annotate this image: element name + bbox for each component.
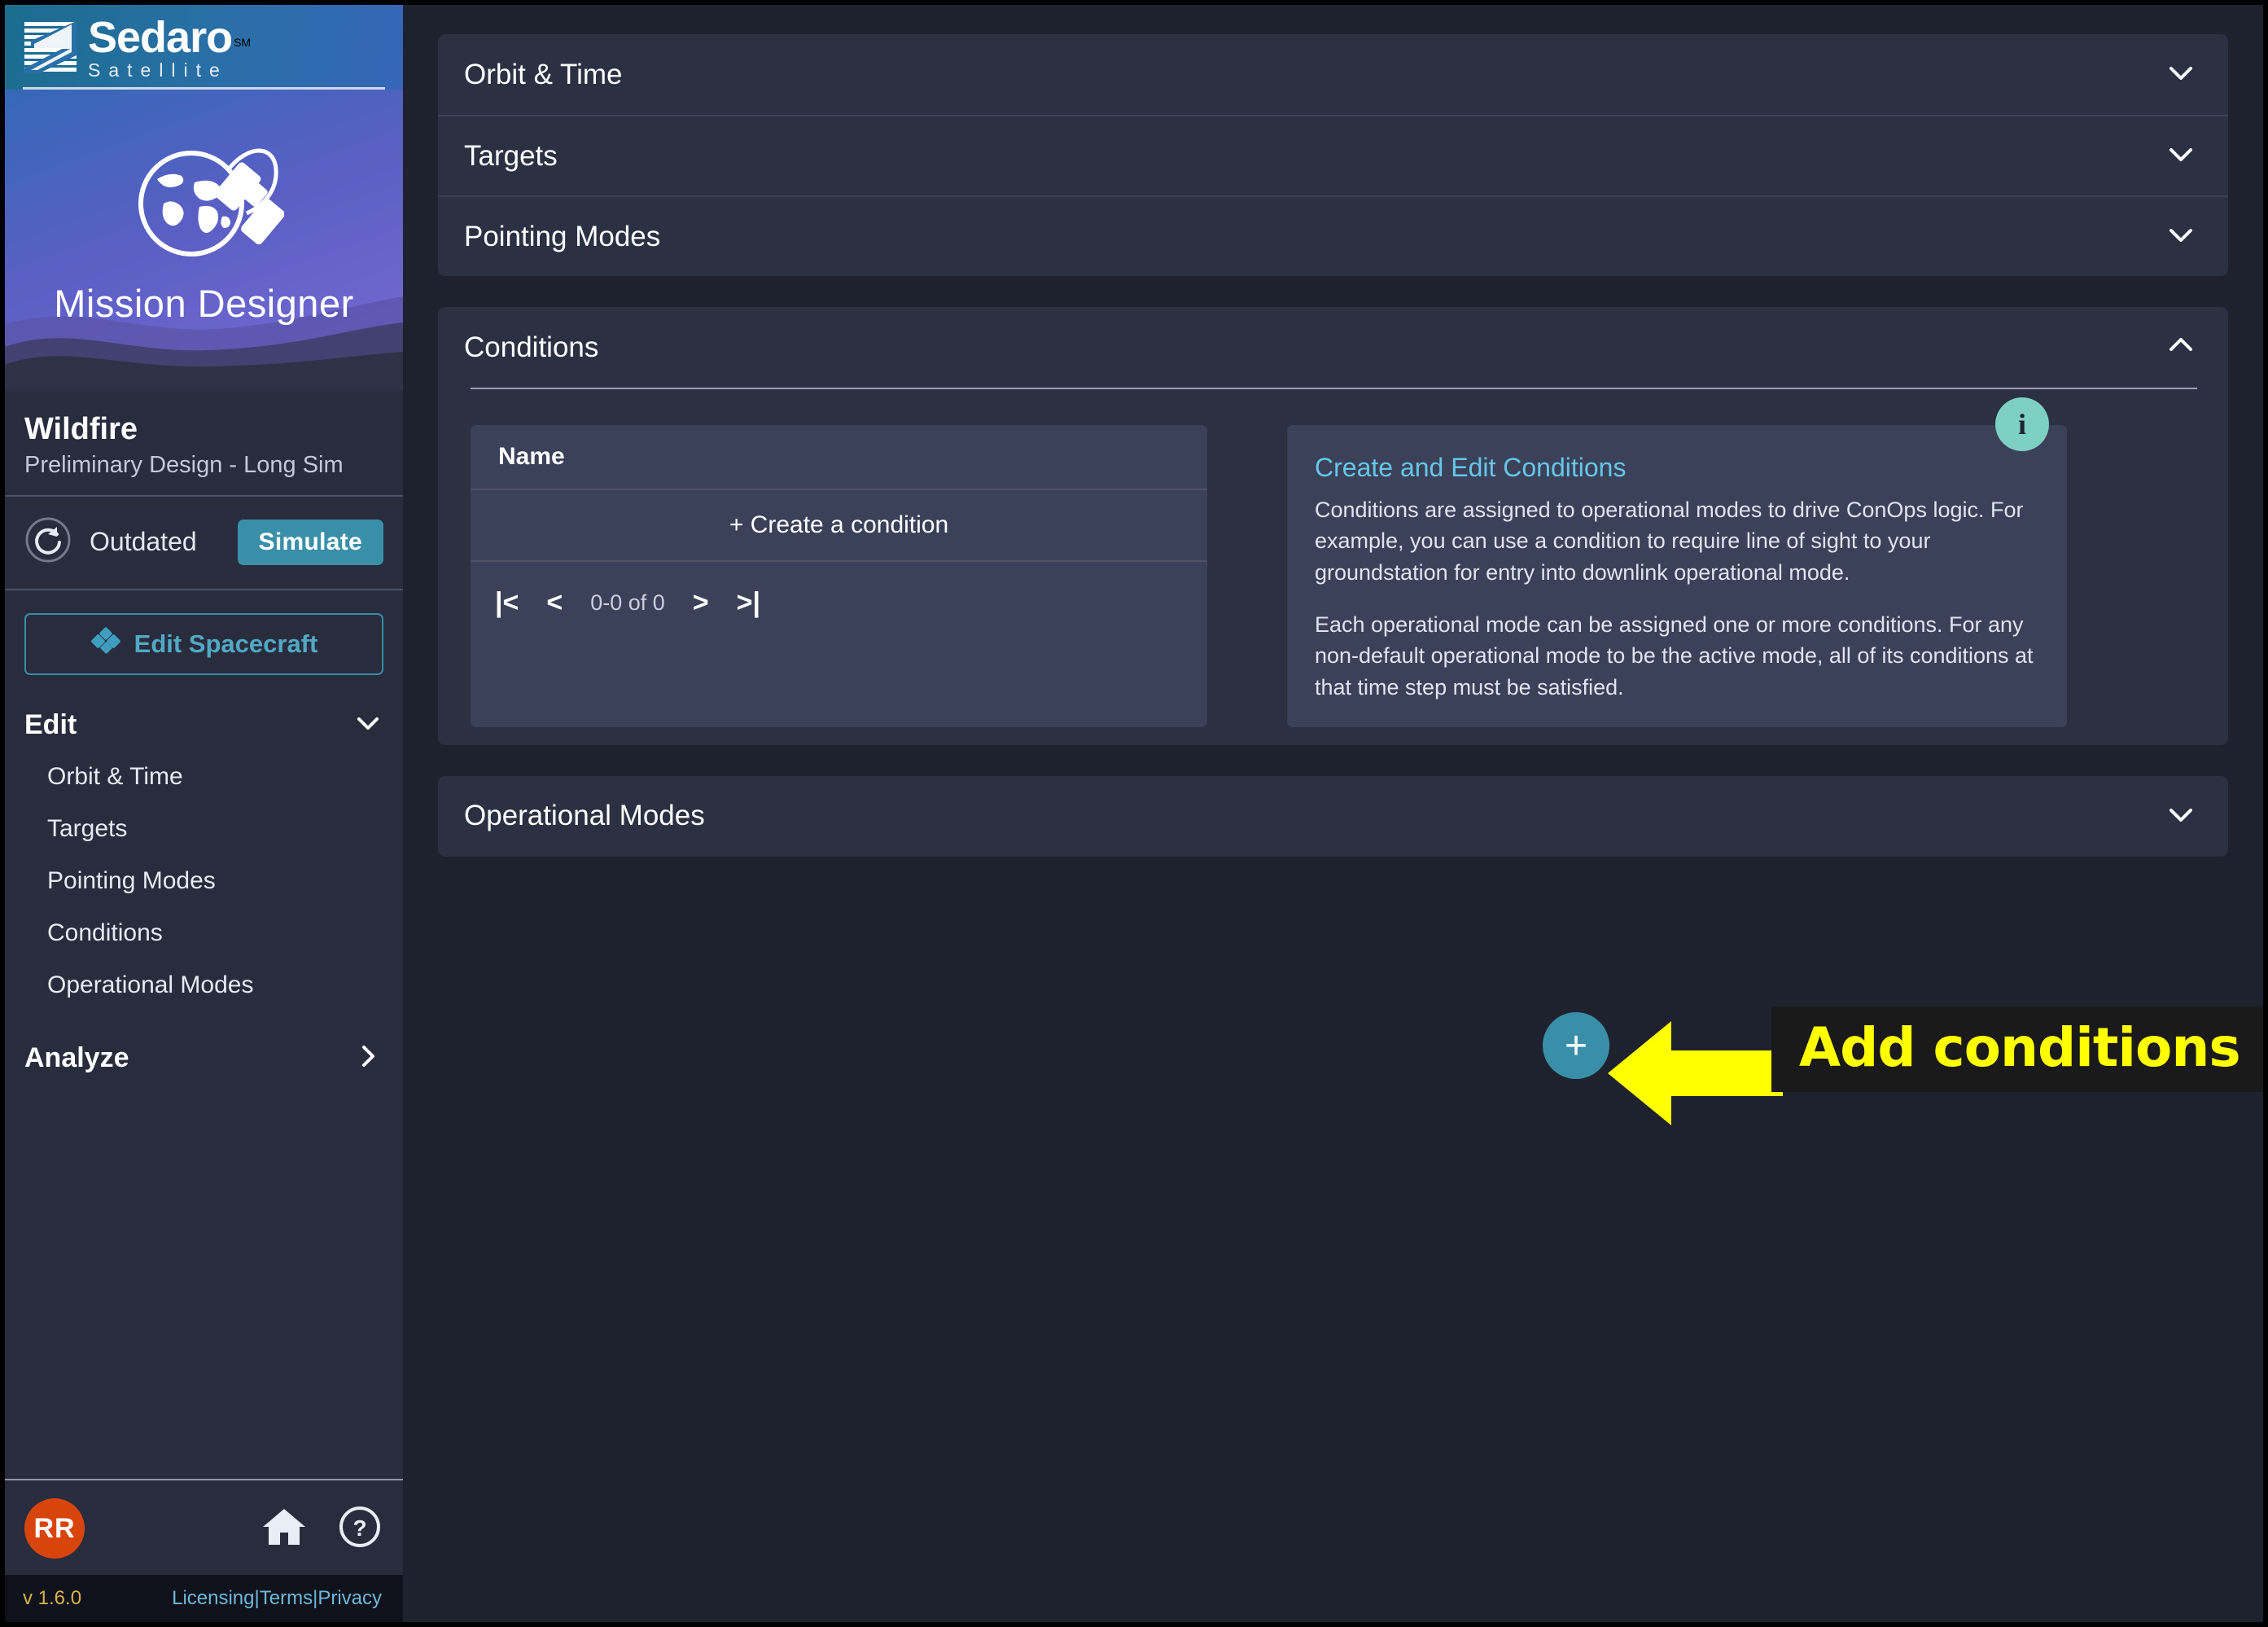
accordion-orbit-time-title: Orbit & Time (464, 58, 623, 90)
accordion-group-top: Orbit & Time Targets Pointing Modes (438, 34, 2228, 276)
chevron-down-icon[interactable] (2165, 218, 2197, 255)
conditions-table: Name + Create a condition |< < 0-0 of 0 … (471, 425, 1207, 727)
info-box-title: Create and Edit Conditions (1315, 453, 1627, 482)
table-pagination: |< < 0-0 of 0 > >| (471, 562, 1207, 643)
chevron-up-icon[interactable] (2165, 329, 2197, 366)
brand-product: Satellite (88, 59, 228, 81)
mission-designer-banner: Mission Designer (5, 90, 403, 391)
accordion-operational-modes[interactable]: Operational Modes (438, 776, 2228, 857)
accordion-targets[interactable]: Targets (438, 115, 2228, 195)
accordion-operational-modes-title: Operational Modes (464, 800, 705, 832)
pagination-next-button[interactable]: > (693, 587, 709, 619)
brand-name: Sedaro (88, 12, 233, 62)
help-circle-icon[interactable]: ? (338, 1505, 382, 1553)
chevron-down-icon[interactable] (2165, 56, 2197, 93)
sidebar-item-conditions[interactable]: Conditions (5, 907, 403, 959)
pagination-last-button[interactable]: >| (737, 587, 760, 619)
conditions-panel-title: Conditions (464, 331, 599, 363)
annotation-label: Add conditions (1771, 1006, 2263, 1092)
globe-satellite-icon (125, 122, 285, 270)
info-box-paragraph-2: Each operational mode can be assigned on… (1315, 612, 2034, 699)
sidebar: Sedaro SM Satellite Mission Designer Wil… (5, 5, 403, 1622)
main-content: Orbit & Time Targets Pointing Modes Cond… (403, 5, 2263, 1622)
brand-trademark: SM (234, 36, 252, 50)
licensing-link[interactable]: Licensing (172, 1587, 254, 1609)
accordion-pointing-modes[interactable]: Pointing Modes (438, 195, 2228, 276)
project-info: Wildfire Preliminary Design - Long Sim (5, 391, 403, 497)
accordion-orbit-time[interactable]: Orbit & Time (438, 34, 2228, 115)
project-name: Wildfire (24, 412, 138, 446)
operational-modes-panel: Operational Modes (438, 775, 2228, 857)
pagination-first-button[interactable]: |< (495, 587, 519, 619)
svg-text:?: ? (352, 1515, 366, 1541)
simulation-status-bar: Outdated Simulate (5, 497, 403, 590)
info-icon[interactable]: i (1995, 397, 2049, 451)
conditions-panel-header[interactable]: Conditions (438, 307, 2228, 388)
sidebar-footer: v 1.6.0 Licensing|Terms|Privacy (5, 1575, 403, 1622)
project-subtitle: Preliminary Design - Long Sim (24, 452, 344, 478)
home-icon[interactable] (261, 1506, 307, 1552)
chevron-down-icon[interactable] (2165, 138, 2197, 174)
app-window: Sedaro SM Satellite Mission Designer Wil… (5, 5, 2263, 1622)
privacy-link[interactable]: Privacy (317, 1587, 382, 1609)
simulate-button[interactable]: Simulate (237, 519, 383, 565)
nav-group-analyze[interactable]: Analyze (5, 1033, 403, 1084)
conditions-info-box: i Create and Edit Conditions Conditions … (1287, 397, 2067, 727)
chevron-down-icon[interactable] (2165, 798, 2197, 835)
sidebar-item-targets[interactable]: Targets (5, 803, 403, 855)
version-label: v 1.6.0 (23, 1587, 82, 1609)
avatar[interactable]: RR (24, 1498, 85, 1559)
banner-title: Mission Designer (54, 282, 354, 325)
nav-group-edit[interactable]: Edit (5, 699, 403, 751)
terms-link[interactable]: Terms (260, 1587, 313, 1609)
sidebar-nav: Edit Orbit & Time Targets Pointing Modes… (5, 682, 403, 1084)
pagination-count: 0-0 of 0 (590, 590, 665, 615)
accordion-targets-title: Targets (464, 139, 558, 172)
table-column-name: Name (471, 425, 1207, 490)
footer-links: Licensing|Terms|Privacy (172, 1587, 382, 1610)
edit-spacecraft-wrap: Edit Spacecraft (5, 590, 403, 682)
chevron-down-icon (354, 709, 382, 741)
brand-logo[interactable]: Sedaro SM Satellite (5, 5, 403, 90)
sidebar-item-pointing-modes[interactable]: Pointing Modes (5, 855, 403, 907)
refresh-icon[interactable] (24, 516, 72, 568)
nav-group-analyze-label: Analyze (24, 1042, 129, 1073)
create-condition-row[interactable]: + Create a condition (471, 490, 1207, 562)
nav-group-edit-label: Edit (24, 709, 77, 740)
edit-spacecraft-button[interactable]: Edit Spacecraft (24, 613, 383, 675)
sidebar-bottom-icons: ? (261, 1505, 382, 1553)
status-label: Outdated (90, 527, 197, 556)
edit-spacecraft-label: Edit Spacecraft (134, 629, 318, 658)
info-box-paragraph-1: Conditions are assigned to operational m… (1315, 498, 2024, 585)
satellite-icon (90, 625, 121, 663)
sidebar-item-operational-modes[interactable]: Operational Modes (5, 959, 403, 1011)
conditions-body: Name + Create a condition |< < 0-0 of 0 … (438, 389, 2263, 1125)
conditions-panel: Conditions Name + Create a condition |< … (438, 307, 2263, 1125)
pagination-prev-button[interactable]: < (546, 587, 563, 619)
sedaro-logo-mark-icon (23, 20, 78, 75)
sidebar-bottom-bar: RR ? (5, 1479, 403, 1575)
chevron-right-icon (354, 1042, 382, 1074)
accordion-pointing-modes-title: Pointing Modes (464, 220, 661, 252)
left-arrow-annotation-icon (1608, 1016, 1783, 1134)
sidebar-item-orbit-time[interactable]: Orbit & Time (5, 751, 403, 803)
add-condition-fab[interactable]: + (1543, 1012, 1609, 1079)
